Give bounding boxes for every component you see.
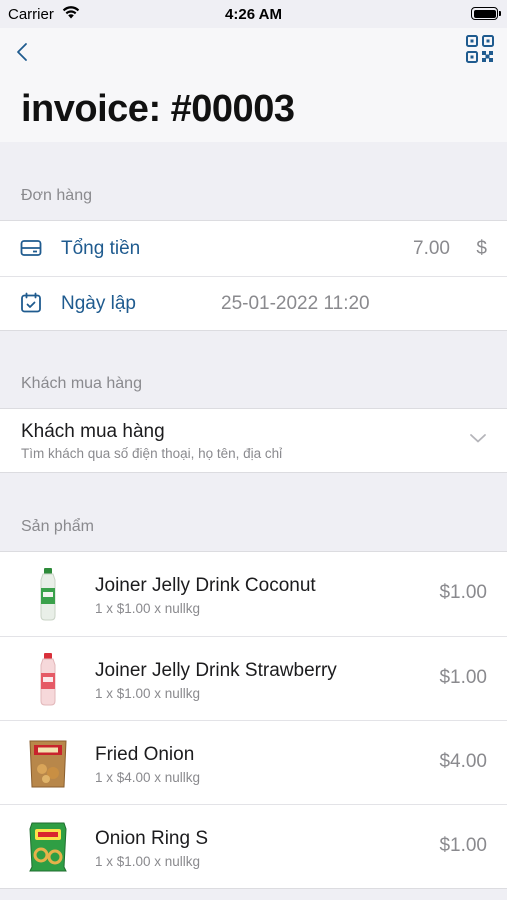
product-detail: 1 x $4.00 x nullkg — [95, 770, 201, 785]
product-price: $4.00 — [439, 751, 487, 772]
product-image-onion-ring — [24, 819, 72, 875]
product-detail: 1 x $1.00 x nullkg — [95, 601, 201, 616]
product-row[interactable]: Joiner Jelly Drink Strawberry 1 x $1.00 … — [0, 637, 507, 721]
product-price: $1.00 — [439, 582, 487, 603]
currency-symbol: $ — [476, 238, 487, 259]
wallet-icon — [20, 238, 42, 263]
created-date-row: Ngày lập 25-01-2022 11:20 — [0, 277, 507, 331]
status-bar: Carrier 4:26 AM — [0, 0, 507, 28]
section-label-order: Đơn hàng — [21, 187, 92, 204]
total-amount: 7.00 — [413, 238, 450, 259]
calendar-icon — [20, 292, 42, 319]
created-date-label: Ngày lập — [61, 293, 136, 314]
chevron-left-icon — [17, 43, 27, 61]
product-image-coconut-drink — [24, 566, 72, 622]
product-row[interactable]: Onion Ring S 1 x $1.00 x nullkg $1.00 — [0, 805, 507, 889]
product-row[interactable]: Joiner Jelly Drink Coconut 1 x $1.00 x n… — [0, 552, 507, 636]
customer-field-hint: Tìm khách qua số điện thoại, họ tên, địa… — [21, 446, 283, 461]
navigation-header: invoice: #00003 — [0, 28, 507, 142]
product-price: $1.00 — [439, 835, 487, 856]
back-button[interactable] — [12, 40, 36, 64]
customer-picker[interactable]: Khách mua hàng Tìm khách qua số điện tho… — [0, 408, 507, 473]
product-name: Joiner Jelly Drink Strawberry — [95, 660, 337, 681]
created-date-value: 25-01-2022 11:20 — [221, 293, 370, 314]
product-name: Onion Ring S — [95, 828, 209, 849]
battery-icon — [471, 7, 501, 20]
clock: 4:26 AM — [225, 6, 282, 23]
qr-code-button[interactable] — [465, 34, 495, 64]
product-detail: 1 x $1.00 x nullkg — [95, 686, 201, 701]
product-list: Joiner Jelly Drink Coconut 1 x $1.00 x n… — [0, 551, 507, 889]
chevron-down-icon — [469, 431, 487, 449]
total-label: Tổng tiền — [61, 238, 141, 259]
product-detail: 1 x $1.00 x nullkg — [95, 854, 201, 869]
product-name: Joiner Jelly Drink Coconut — [95, 575, 316, 596]
product-price: $1.00 — [439, 667, 487, 688]
product-row[interactable]: Fried Onion 1 x $4.00 x nullkg $4.00 — [0, 721, 507, 805]
order-card: Tổng tiền 7.00 $ Ngày lập 25-01-2022 11:… — [0, 220, 507, 331]
page-title: invoice: #00003 — [21, 88, 295, 130]
product-name: Fried Onion — [95, 744, 195, 765]
qr-code-icon — [466, 35, 494, 63]
total-row: Tổng tiền 7.00 $ — [0, 221, 507, 276]
product-image-strawberry-drink — [24, 651, 72, 707]
section-label-customer: Khách mua hàng — [21, 375, 142, 392]
product-image-fried-onion — [24, 735, 72, 791]
section-label-products: Sản phẩm — [21, 518, 94, 535]
customer-field-title: Khách mua hàng — [21, 421, 165, 442]
